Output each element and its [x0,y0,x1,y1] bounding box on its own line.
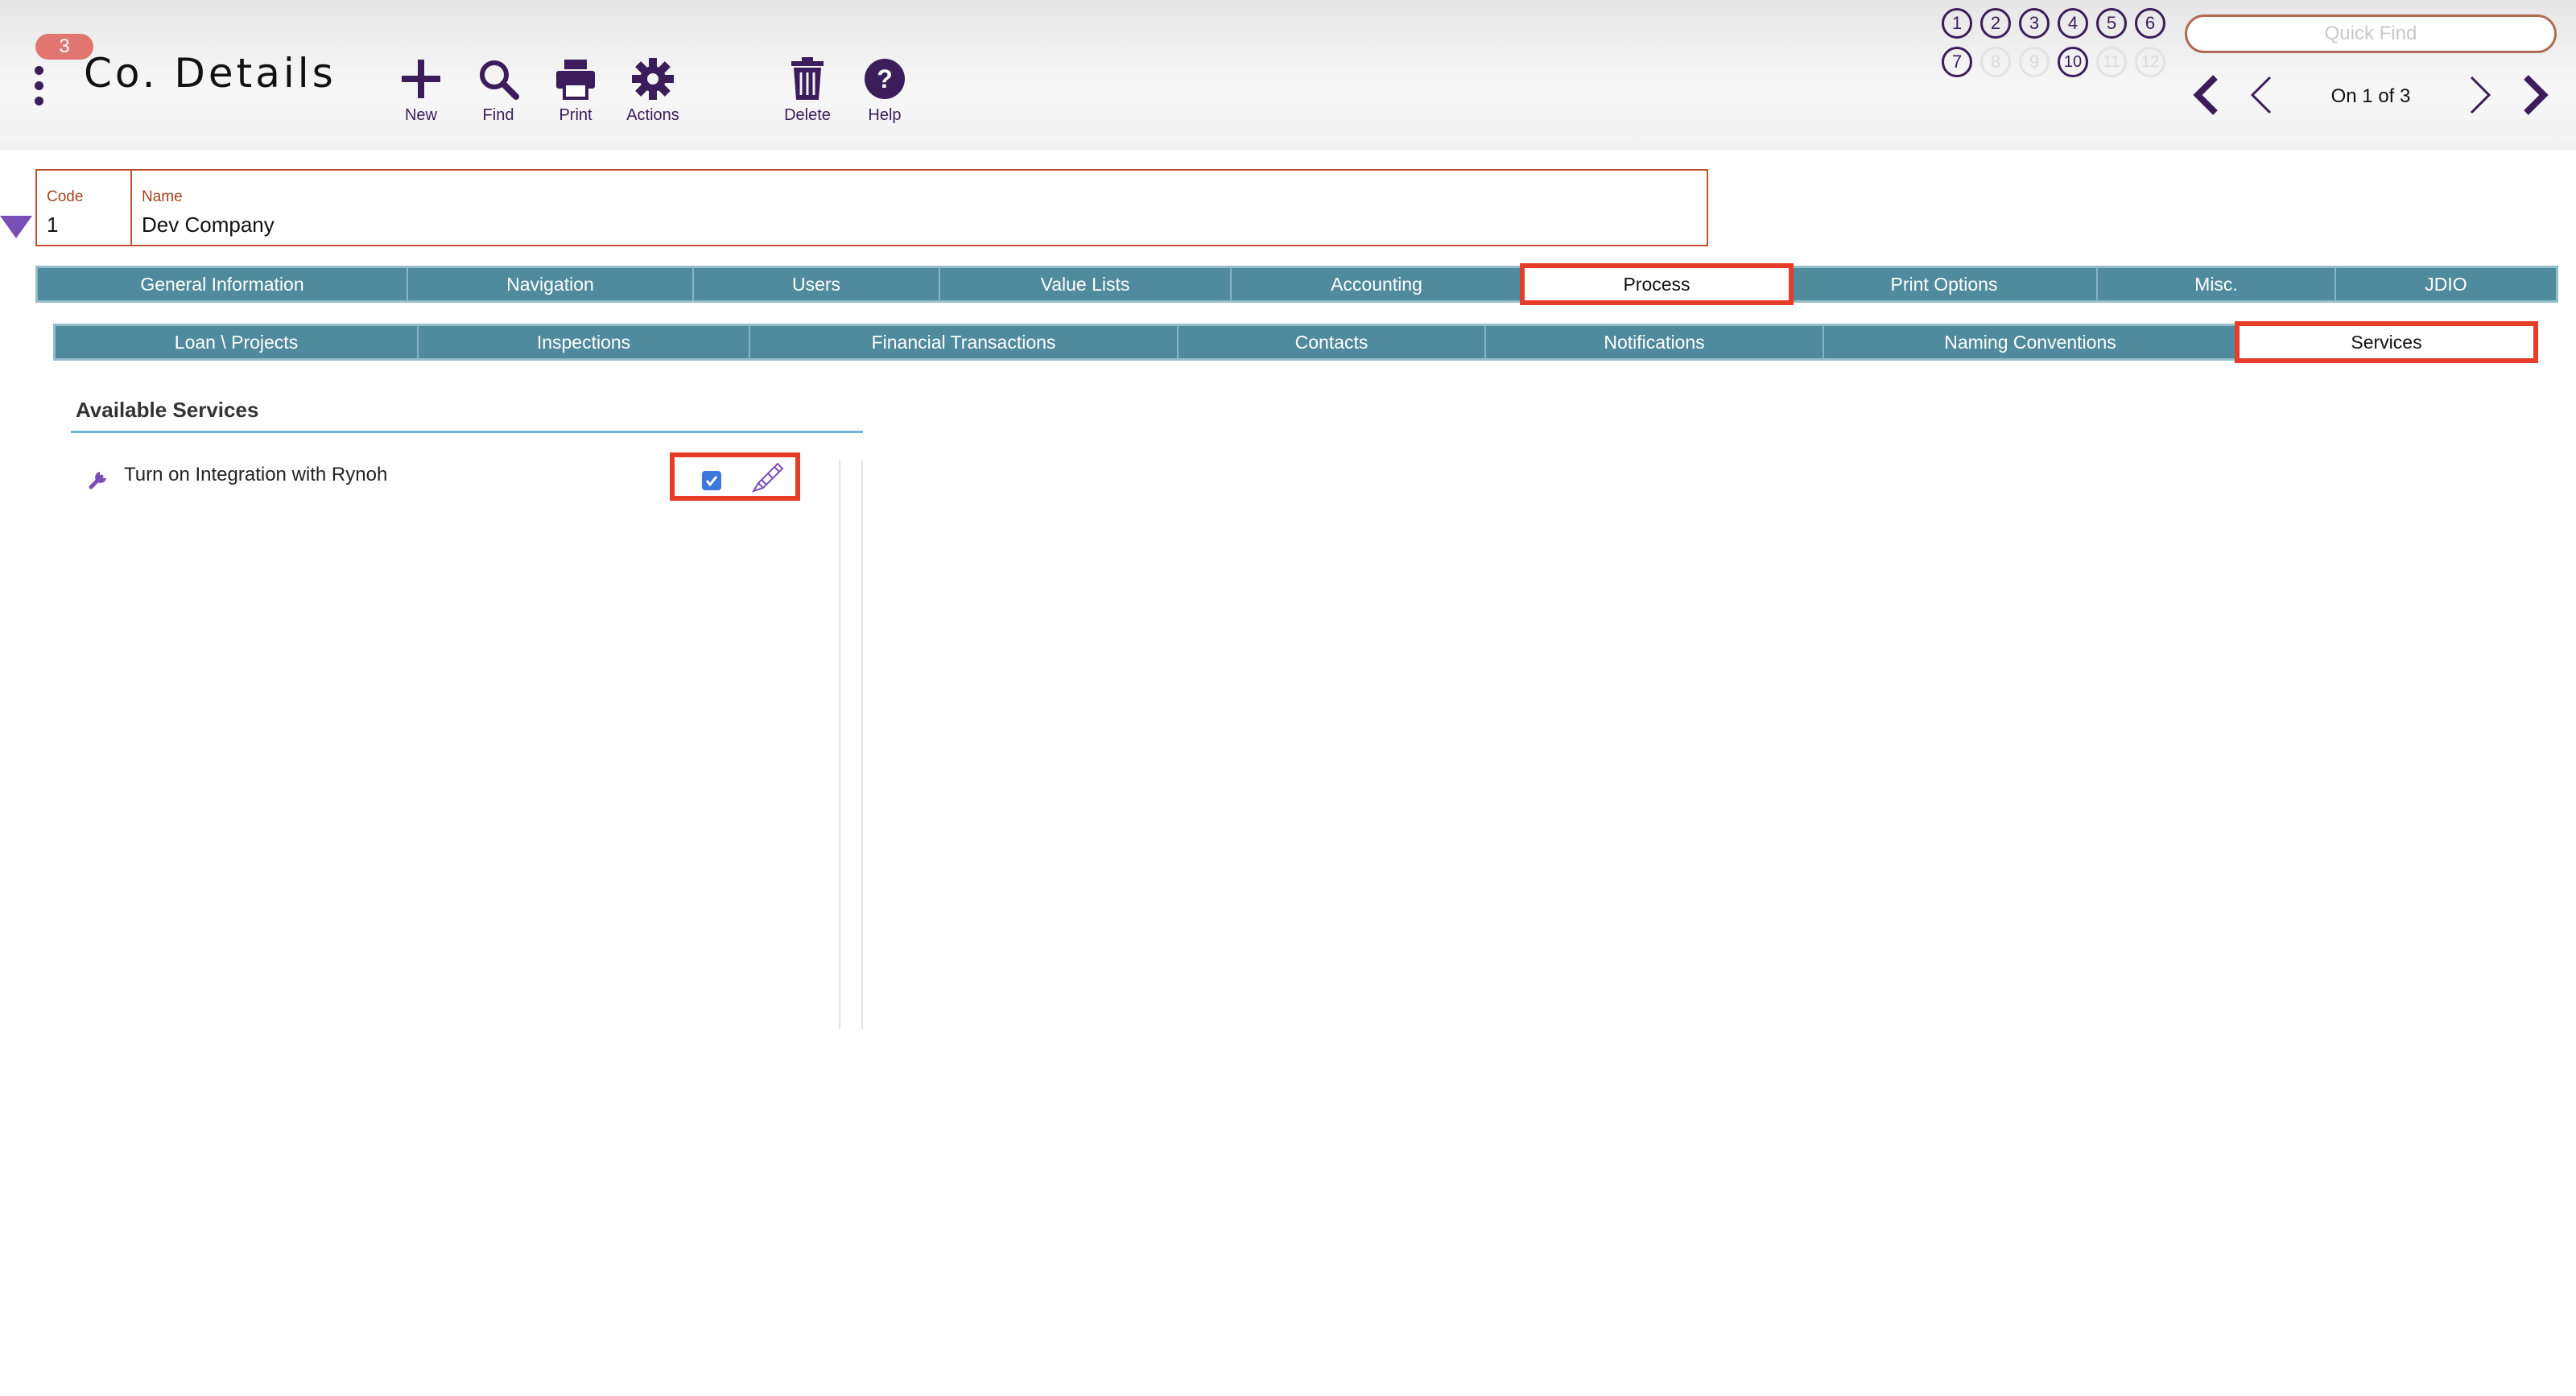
actions-button[interactable]: Actions [609,56,697,125]
layout-button-5[interactable]: 5 [2096,8,2127,39]
scrollbar[interactable] [839,461,863,1029]
name-value: Dev Company [142,213,275,237]
tab-users[interactable]: Users [694,268,940,300]
sub-tab-bar: Loan \ Projects Inspections Financial Tr… [53,321,2538,363]
header-bar: 3 Co. Details New Find Print Actions Del… [0,0,2576,150]
record-count: On 1 of 3 [2330,85,2411,107]
section-title: Available Services [76,398,259,422]
tab-print-options[interactable]: Print Options [1792,268,2098,300]
layout-button-10[interactable]: 10 [2058,47,2088,77]
service-label: Turn on Integration with Rynoh [124,464,388,485]
edit-pencil-icon[interactable] [750,462,786,494]
search-icon [480,60,519,100]
subtab-notifications[interactable]: Notifications [1486,326,1824,358]
trash-icon [791,57,824,100]
code-label: Code [47,188,84,205]
main-tab-bar: General Information Navigation Users Val… [35,263,2558,305]
delete-button[interactable]: Delete [763,56,852,125]
layout-button-9: 9 [2019,47,2050,77]
previous-record-icon[interactable] [2246,74,2278,116]
subtab-contacts[interactable]: Contacts [1179,326,1486,358]
print-label: Print [559,106,592,124]
code-field[interactable]: Code 1 [35,169,132,246]
layout-button-1[interactable]: 1 [1942,8,1972,39]
layout-button-6[interactable]: 6 [2135,8,2165,39]
print-button[interactable]: Print [531,56,620,125]
last-record-icon[interactable] [2518,74,2550,116]
subtab-naming-conventions[interactable]: Naming Conventions [1824,326,2238,358]
layout-button-7[interactable]: 7 [1942,47,1972,77]
layout-button-3[interactable]: 3 [2019,8,2050,39]
layout-button-12: 12 [2135,47,2165,77]
layout-button-4[interactable]: 4 [2058,8,2088,39]
name-label: Name [142,188,183,205]
expand-triangle-icon[interactable] [0,216,32,238]
next-record-icon[interactable] [2463,74,2496,116]
plus-icon [402,60,440,98]
svg-text:?: ? [877,64,893,93]
tab-process[interactable]: Process [1520,263,1794,305]
tab-jdio[interactable]: JDIO [2336,268,2556,300]
section-divider [71,431,863,433]
find-button[interactable]: Find [454,56,543,125]
help-button[interactable]: ? Help [840,56,929,125]
code-value: 1 [47,213,59,237]
service-controls [670,452,800,501]
first-record-icon[interactable] [2191,74,2223,116]
layout-button-11: 11 [2096,47,2127,77]
layout-button-8: 8 [1980,47,2011,77]
wrench-icon [89,472,106,489]
tab-general-information[interactable]: General Information [38,268,408,300]
tab-accounting[interactable]: Accounting [1232,268,1523,300]
subtab-loan-projects[interactable]: Loan \ Projects [56,326,419,358]
new-button[interactable]: New [377,56,465,125]
layout-buttons-row-1: 1 2 3 4 5 6 [1942,8,2174,39]
gear-icon [632,58,674,100]
subtab-inspections[interactable]: Inspections [419,326,750,358]
more-menu-icon[interactable] [32,66,47,111]
layout-buttons-row-2: 7 8 9 10 11 12 [1942,47,2174,77]
help-icon: ? [865,59,905,99]
tab-value-lists[interactable]: Value Lists [940,268,1232,300]
page-title: Co. Details [84,50,336,97]
subtab-services[interactable]: Services [2235,321,2538,363]
check-icon [705,476,718,487]
name-field[interactable]: Name Dev Company [130,169,1708,246]
delete-label: Delete [784,106,831,124]
layout-button-2[interactable]: 2 [1980,8,2011,39]
quick-find-input[interactable]: Quick Find [2185,14,2557,53]
find-label: Find [482,106,514,124]
tab-misc[interactable]: Misc. [2098,268,2336,300]
enable-service-checkbox[interactable] [702,471,721,490]
new-label: New [404,106,437,124]
actions-label: Actions [626,106,679,124]
printer-icon [556,60,595,100]
help-label: Help [868,106,902,124]
subtab-financial-transactions[interactable]: Financial Transactions [750,326,1179,358]
tab-navigation[interactable]: Navigation [408,268,694,300]
